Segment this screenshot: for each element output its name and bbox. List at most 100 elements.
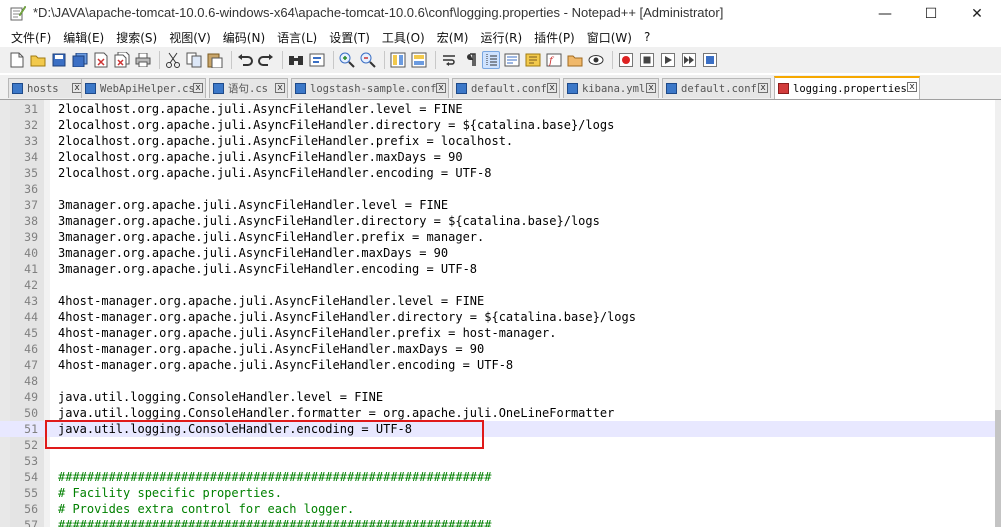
code-line[interactable]: 33 2localhost.org.apache.juli.AsyncFileHa… [0, 133, 996, 149]
scrollbar-thumb[interactable] [995, 410, 1001, 527]
line-number: 39 [24, 230, 38, 244]
menu-edit[interactable]: 编辑(E) [63, 29, 104, 46]
cut-icon[interactable] [164, 51, 182, 69]
code-line[interactable]: 36 [0, 181, 996, 197]
menu-language[interactable]: 语言(L) [277, 29, 317, 46]
code-line[interactable]: 53 [0, 453, 996, 469]
tab-logstash-sample[interactable]: logstash-sample.conf x [291, 78, 449, 98]
tab-close-icon[interactable]: x [275, 83, 285, 93]
code-line[interactable]: 46 4host-manager.org.apache.juli.AsyncFil… [0, 341, 996, 357]
redo-icon[interactable] [257, 51, 275, 69]
code-line[interactable]: 39 3manager.org.apache.juli.AsyncFileHand… [0, 229, 996, 245]
line-text: 4host-manager.org.apache.juli.AsyncFileH… [58, 310, 636, 324]
tab-webapihelper[interactable]: WebApiHelper.cs x [81, 78, 206, 98]
code-line[interactable]: 34 2localhost.org.apache.juli.AsyncFileHa… [0, 149, 996, 165]
code-line[interactable]: 44 4host-manager.org.apache.juli.AsyncFil… [0, 309, 996, 325]
record-macro-icon[interactable] [617, 51, 635, 69]
undo-icon[interactable] [236, 51, 254, 69]
code-line[interactable]: 37 3manager.org.apache.juli.AsyncFileHand… [0, 197, 996, 213]
menu-file[interactable]: 文件(F) [11, 29, 51, 46]
menu-run[interactable]: 运行(R) [480, 29, 522, 46]
minimize-button[interactable]: — [862, 0, 908, 27]
menu-help[interactable]: ? [644, 30, 650, 44]
line-number: 41 [24, 262, 38, 276]
code-line[interactable]: 43 4host-manager.org.apache.juli.AsyncFil… [0, 293, 996, 309]
monitor-icon[interactable] [587, 51, 605, 69]
udl-icon[interactable] [503, 51, 521, 69]
tab-close-icon[interactable]: x [758, 83, 768, 93]
run-macro-multiple-icon[interactable] [680, 51, 698, 69]
save-icon[interactable] [50, 51, 68, 69]
menu-tools[interactable]: 工具(O) [382, 29, 425, 46]
line-text: 4host-manager.org.apache.juli.AsyncFileH… [58, 358, 514, 372]
notepadpp-icon [10, 5, 26, 21]
tab-kibana-yml[interactable]: kibana.yml x [563, 78, 659, 98]
folder-workspace-icon[interactable] [566, 51, 584, 69]
zoom-in-icon[interactable] [338, 51, 356, 69]
tab-close-icon[interactable]: x [646, 83, 656, 93]
code-line[interactable]: 47 4host-manager.org.apache.juli.AsyncFil… [0, 357, 996, 373]
tab-logging-properties[interactable]: logging.properties x [774, 76, 920, 99]
tab-close-icon[interactable]: x [193, 83, 203, 93]
tab-close-icon[interactable]: x [436, 83, 446, 93]
save-macro-icon[interactable] [701, 51, 719, 69]
line-text: 2localhost.org.apache.juli.AsyncFileHand… [58, 102, 463, 116]
code-line[interactable]: 40 3manager.org.apache.juli.AsyncFileHand… [0, 245, 996, 261]
copy-icon[interactable] [185, 51, 203, 69]
editor-area[interactable]: 31 2localhost.org.apache.juli.AsyncFileHa… [0, 100, 1001, 527]
code-line[interactable]: 57 ######################################… [0, 517, 996, 527]
code-line[interactable]: 41 3manager.org.apache.juli.AsyncFileHand… [0, 261, 996, 277]
code-line[interactable]: 48 [0, 373, 996, 389]
menu-window[interactable]: 窗口(W) [587, 29, 632, 46]
word-wrap-icon[interactable] [440, 51, 458, 69]
code-line[interactable]: 32 2localhost.org.apache.juli.AsyncFileHa… [0, 117, 996, 133]
code-line[interactable]: 54 ######################################… [0, 469, 996, 485]
tab-default-conf-2[interactable]: default.conf x [662, 78, 771, 98]
menu-settings[interactable]: 设置(T) [329, 29, 370, 46]
tab-close-icon[interactable]: x [907, 82, 917, 92]
menu-encoding[interactable]: 编码(N) [223, 29, 265, 46]
close-icon[interactable] [92, 51, 110, 69]
paste-icon[interactable] [206, 51, 224, 69]
play-macro-icon[interactable] [659, 51, 677, 69]
code-line[interactable]: 42 [0, 277, 996, 293]
tab-default-conf-1[interactable]: default.conf x [452, 78, 560, 98]
function-list-icon[interactable]: f [545, 51, 563, 69]
tab-close-icon[interactable]: x [547, 83, 557, 93]
stop-record-icon[interactable] [638, 51, 656, 69]
close-window-button[interactable]: ✕ [954, 0, 1000, 27]
new-file-icon[interactable] [8, 51, 26, 69]
code-line[interactable]: 55 # Facility specific properties. [0, 485, 996, 501]
code-line[interactable]: 45 4host-manager.org.apache.juli.AsyncFil… [0, 325, 996, 341]
close-all-icon[interactable] [113, 51, 131, 69]
code-line[interactable]: 31 2localhost.org.apache.juli.AsyncFileHa… [0, 101, 996, 117]
code-line[interactable]: 56 # Provides extra control for each logg… [0, 501, 996, 517]
code-line[interactable]: 38 3manager.org.apache.juli.AsyncFileHand… [0, 213, 996, 229]
maximize-button[interactable]: ☐ [908, 0, 954, 27]
menu-macro[interactable]: 宏(M) [437, 29, 469, 46]
replace-icon[interactable] [308, 51, 326, 69]
vertical-scrollbar[interactable] [995, 100, 1001, 527]
tab-bar: hosts x WebApiHelper.cs x 语句.cs x logsta… [0, 75, 1001, 100]
sync-horizontal-icon[interactable] [410, 51, 428, 69]
open-file-icon[interactable] [29, 51, 47, 69]
save-all-icon[interactable] [71, 51, 89, 69]
doc-map-icon[interactable] [524, 51, 542, 69]
print-icon[interactable] [134, 51, 152, 69]
sync-vertical-icon[interactable] [389, 51, 407, 69]
tab-yuju[interactable]: 语句.cs x [209, 78, 288, 98]
show-all-chars-icon[interactable] [461, 51, 479, 69]
line-number: 49 [24, 390, 38, 404]
code-line[interactable]: 49 java.util.logging.ConsoleHandler.level… [0, 389, 996, 405]
indent-guide-icon[interactable] [482, 51, 500, 69]
menu-plugins[interactable]: 插件(P) [534, 29, 575, 46]
zoom-out-icon[interactable] [359, 51, 377, 69]
tab-label: logstash-sample.conf [310, 82, 437, 95]
code-line[interactable]: 35 2localhost.org.apache.juli.AsyncFileHa… [0, 165, 996, 181]
line-number: 45 [24, 326, 38, 340]
code-line[interactable]: 50 java.util.logging.ConsoleHandler.forma… [0, 405, 996, 421]
find-icon[interactable] [287, 51, 305, 69]
tab-hosts[interactable]: hosts x [8, 78, 85, 98]
menu-search[interactable]: 搜索(S) [116, 29, 157, 46]
menu-view[interactable]: 视图(V) [169, 29, 211, 46]
